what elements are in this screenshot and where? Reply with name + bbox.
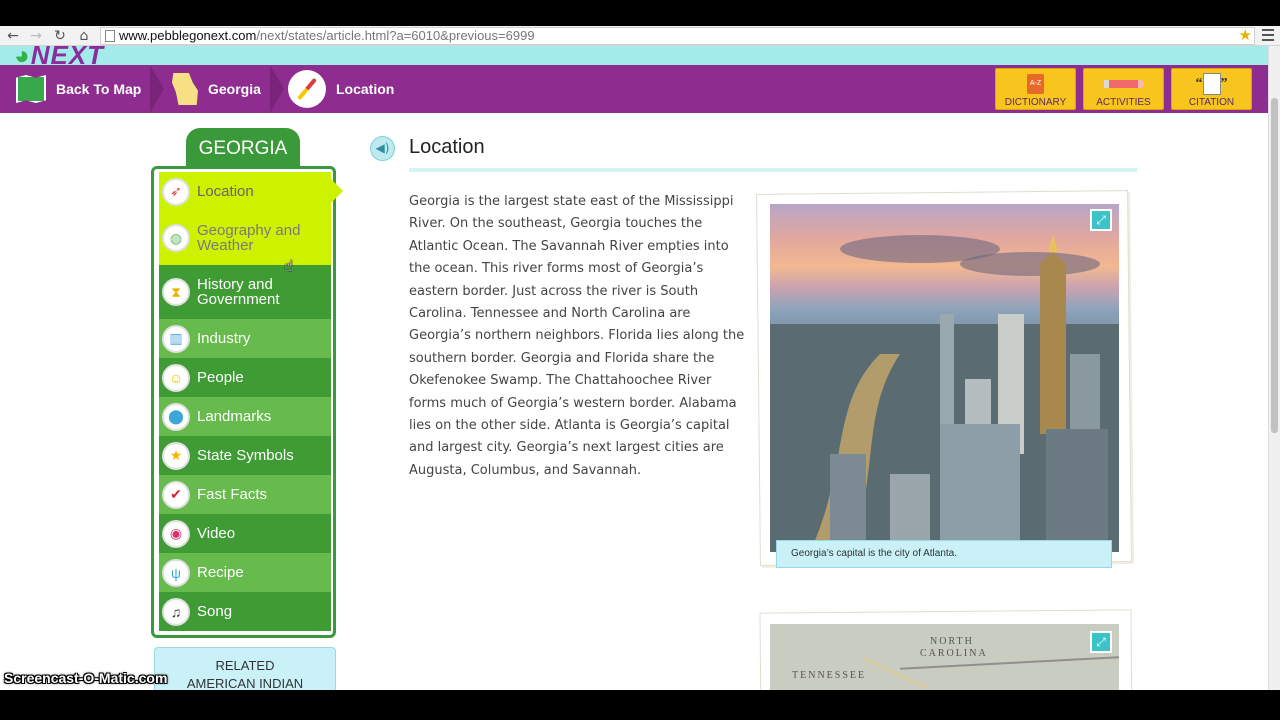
- recorder-watermark: Screencast-O-Matic.com: [4, 670, 168, 686]
- speaker-icon[interactable]: ◀): [370, 136, 395, 161]
- crumb-label: Location: [336, 81, 395, 97]
- expand-image-icon[interactable]: ⤢: [1090, 209, 1112, 231]
- music-note-icon: ♫: [162, 597, 190, 626]
- map-label: NORTH: [930, 636, 974, 647]
- reload-icon[interactable]: ↻: [51, 27, 69, 45]
- address-bar[interactable]: www.pebblegonext.com/next/states/article…: [100, 27, 1255, 45]
- factory-icon: ▥: [162, 324, 190, 353]
- sidebar-item-label: Recipe: [197, 564, 244, 581]
- header-strip: ◕NEXT: [0, 46, 1268, 70]
- tool-label: ACTIVITIES: [1096, 97, 1151, 108]
- dictionary-button[interactable]: A-Z DICTIONARY: [995, 68, 1076, 110]
- browser-toolbar: ← → ↻ ⌂ www.pebblegonext.com/next/states…: [0, 26, 1280, 46]
- related-american-indian-button[interactable]: RELATED AMERICAN INDIAN: [154, 647, 336, 690]
- sidebar-item-label: Landmarks: [197, 408, 272, 425]
- map-icon: [16, 75, 46, 103]
- url-host: www.pebblegonext.com: [119, 28, 257, 43]
- smiley-icon: ☺: [162, 363, 190, 392]
- page: ◕NEXT Back To Map Georgia Location A-Z D…: [0, 46, 1268, 690]
- hourglass-icon: ⧗: [162, 278, 190, 306]
- breadcrumb-separator: [150, 65, 164, 113]
- sidebar-item-industry[interactable]: ▥ Industry: [159, 319, 331, 358]
- compass-icon: [288, 70, 326, 108]
- back-to-map-button[interactable]: Back To Map: [16, 65, 141, 113]
- sidebar-item-people[interactable]: ☺ People: [159, 358, 331, 397]
- map-river-line: [862, 657, 928, 689]
- tool-label: CITATION: [1188, 97, 1235, 108]
- sidebar-item-label: Location: [197, 183, 254, 200]
- tool-label: DICTIONARY: [1004, 97, 1067, 108]
- sidebar-item-video[interactable]: ◉ Video: [159, 514, 331, 553]
- atlanta-skyline-photo[interactable]: [770, 204, 1119, 552]
- sidebar-item-location[interactable]: ➶ Location: [159, 172, 343, 211]
- photo-caption: Georgia’s capital is the city of Atlanta…: [776, 540, 1112, 568]
- map-label: TENNESSEE: [792, 670, 867, 681]
- sidebar-item-song[interactable]: ♫ Song: [159, 592, 331, 631]
- sidebar-item-geography-and-weather[interactable]: ◍ Geography and Weather: [159, 211, 331, 265]
- dictionary-icon: A-Z: [1027, 74, 1044, 94]
- sidebar-menu: ➶ Location ◍ Geography and Weather ⧗ Histor…: [151, 166, 343, 638]
- url-path: /next/states/article.html?a=6010&previou…: [256, 28, 535, 43]
- sidebar-item-label: Song: [197, 603, 233, 620]
- article-body: Georgia is the largest state east of the…: [409, 194, 745, 478]
- sidebar-item-recipe[interactable]: ψ Recipe: [159, 553, 331, 592]
- expand-map-icon[interactable]: ⤢: [1090, 631, 1112, 653]
- sidebar-title: GEORGIA: [186, 128, 300, 170]
- sidebar-item-label: Video: [197, 525, 236, 542]
- recording-bottom-bar: [0, 690, 1280, 720]
- recording-top-bar: [0, 0, 1280, 26]
- georgia-location-map[interactable]: NORTH CAROLINA TENNESSEE: [770, 624, 1119, 690]
- page-title: Location: [409, 136, 485, 158]
- activities-button[interactable]: ACTIVITIES: [1083, 68, 1164, 110]
- sidebar-item-history-and-government[interactable]: ⧗ History and Government: [159, 265, 331, 319]
- compass-icon: ➶: [162, 177, 190, 206]
- sidebar-item-label: Fast Facts: [197, 486, 268, 503]
- citation-icon: [1202, 73, 1221, 95]
- forward-arrow-icon[interactable]: →: [27, 27, 45, 45]
- sidebar-item-label: Industry: [197, 330, 251, 347]
- star-icon: ★: [162, 441, 190, 470]
- browser-menu-icon[interactable]: [1262, 29, 1274, 41]
- sidebar-item-fast-facts[interactable]: ✔ Fast Facts: [159, 475, 331, 514]
- skyline-illustration: [770, 234, 1119, 552]
- crumb-label: Georgia: [208, 81, 261, 97]
- sidebar-item-label: History and Government: [197, 276, 280, 308]
- bookmark-star-icon[interactable]: ★: [1239, 26, 1252, 44]
- page-icon: [105, 30, 115, 42]
- title-divider: [409, 168, 1137, 172]
- georgia-state-icon: [172, 73, 198, 105]
- breadcrumb-bar: Back To Map Georgia Location A-Z DICTION…: [0, 65, 1268, 113]
- map-label: CAROLINA: [920, 648, 988, 659]
- sidebar-item-label: State Symbols: [197, 447, 294, 464]
- related-topic: AMERICAN INDIAN: [186, 676, 304, 690]
- sidebar-item-landmarks[interactable]: ⬤ Landmarks: [159, 397, 331, 436]
- breadcrumb-georgia[interactable]: Georgia: [172, 65, 261, 113]
- scrollbar-thumb[interactable]: [1271, 98, 1278, 433]
- sidebar-item-label: People: [197, 369, 244, 386]
- crumb-label: Back To Map: [56, 81, 142, 97]
- fork-knife-icon: ψ: [162, 558, 190, 587]
- sidebar-item-state-symbols[interactable]: ★ State Symbols: [159, 436, 331, 475]
- page-scrollbar[interactable]: [1268, 46, 1280, 690]
- map-pin-icon: ⬤: [162, 402, 190, 431]
- breadcrumb-separator: [270, 65, 284, 113]
- video-camera-icon: ◉: [162, 519, 190, 548]
- globe-icon: ◍: [162, 224, 190, 252]
- citation-button[interactable]: “” CITATION: [1171, 68, 1252, 110]
- related-label: RELATED: [215, 658, 275, 673]
- sidebar-item-label: Geography and Weather: [197, 222, 301, 254]
- pencil-icon: [1103, 80, 1144, 88]
- breadcrumb-location[interactable]: Location: [288, 65, 394, 113]
- checkmark-icon: ✔: [162, 480, 190, 509]
- home-icon[interactable]: ⌂: [75, 27, 93, 45]
- back-arrow-icon[interactable]: ←: [4, 27, 22, 45]
